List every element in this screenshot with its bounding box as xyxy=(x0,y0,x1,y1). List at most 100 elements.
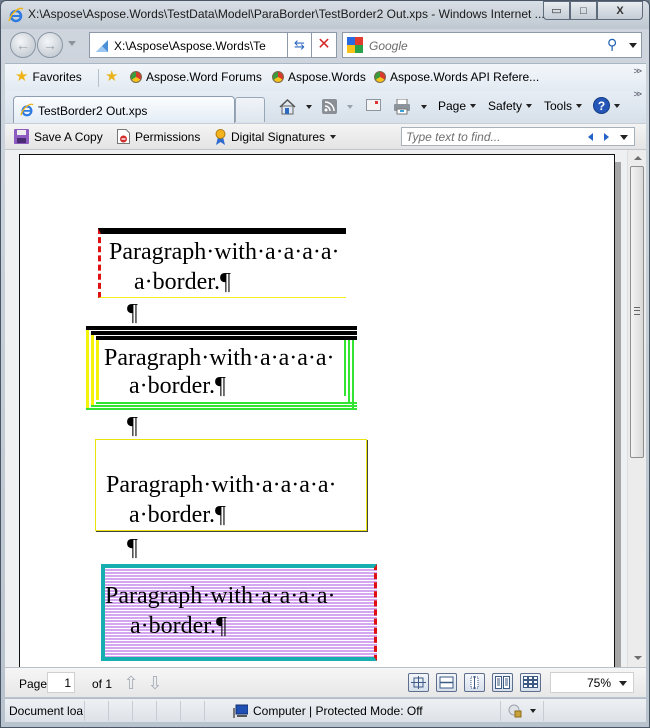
refresh-icon: ⇆ xyxy=(294,37,305,52)
search-options-dropdown[interactable] xyxy=(629,43,637,48)
arrow-up-icon: ⇧ xyxy=(123,673,139,693)
ie-logo-icon xyxy=(8,7,24,23)
ribbon-award-icon xyxy=(215,129,226,145)
divider xyxy=(108,701,109,721)
whole-page-button[interactable] xyxy=(464,673,485,692)
page-number-input[interactable]: 1 xyxy=(47,672,75,693)
document-viewer[interactable]: Paragraph·with·a·a·a·a· a·border.¶ ¶ Par xyxy=(5,149,646,667)
bordered-paragraph-1: Paragraph·with·a·a·a·a· a·border.¶ xyxy=(98,228,346,298)
two-pages-icon xyxy=(495,676,510,689)
find-input[interactable]: Type text to find... xyxy=(401,127,635,146)
chevron-more-icon[interactable]: >> xyxy=(633,89,641,99)
triple-green-bottom-border xyxy=(86,402,357,410)
two-pages-button[interactable] xyxy=(492,673,513,692)
permissions-label: Permissions xyxy=(135,129,201,144)
chevron-down-icon xyxy=(530,709,536,713)
print-button[interactable] xyxy=(393,99,427,115)
rss-feed-icon xyxy=(322,99,337,114)
help-menu[interactable]: ? xyxy=(593,97,620,114)
search-placeholder[interactable]: Google xyxy=(369,39,408,53)
digital-signatures-menu[interactable]: Digital Signatures xyxy=(215,129,337,145)
window-title: X:\Aspose\Aspose.Words\TestData\Model\Pa… xyxy=(28,7,545,21)
tab-testborder2[interactable]: TestBorder2 Out.xps xyxy=(13,96,235,123)
mail-icon xyxy=(366,99,381,111)
paragraph-line: Paragraph·with·a·a·a·a· xyxy=(106,472,337,498)
tools-menu[interactable]: Tools xyxy=(544,99,583,113)
feeds-button[interactable] xyxy=(322,99,353,114)
close-button[interactable]: X xyxy=(597,1,643,20)
address-text[interactable]: X:\Aspose\Aspose.Words\Te xyxy=(114,39,284,53)
floppy-disk-icon xyxy=(14,129,29,144)
actual-size-button[interactable] xyxy=(408,673,429,692)
home-button[interactable] xyxy=(279,99,312,115)
zoom-select[interactable]: 75% xyxy=(550,672,634,693)
new-tab-button[interactable] xyxy=(235,97,265,122)
chevron-down-icon xyxy=(619,681,627,686)
forward-button[interactable]: → xyxy=(37,32,63,58)
read-mail-button[interactable] xyxy=(366,99,381,111)
security-zone[interactable]: Computer | Protected Mode: Off xyxy=(233,704,423,718)
refresh-button[interactable]: ⇆ xyxy=(287,32,312,58)
divider xyxy=(180,701,181,721)
favorites-button[interactable]: ★ Favorites xyxy=(15,69,82,84)
home-dropdown-icon[interactable] xyxy=(306,105,312,109)
home-icon xyxy=(279,99,296,115)
find-next-icon[interactable] xyxy=(604,133,609,141)
document-page: Paragraph·with·a·a·a·a· a·border.¶ ¶ Par xyxy=(19,154,615,667)
find-placeholder[interactable]: Type text to find... xyxy=(406,130,501,144)
svg-text:?: ? xyxy=(598,99,605,113)
next-page-button[interactable]: ⇩ xyxy=(146,673,164,693)
feeds-dropdown-icon[interactable] xyxy=(347,104,353,109)
thumbnails-button[interactable] xyxy=(520,673,541,692)
divider xyxy=(84,701,85,721)
favorite-link-aspose-words[interactable]: Aspose.Words xyxy=(272,70,366,84)
xps-toolbar: Save A Copy Permissions Digital Signatur… xyxy=(5,123,646,149)
previous-page-button[interactable]: ⇧ xyxy=(122,673,140,693)
maximize-button[interactable]: □ xyxy=(570,1,597,20)
divider xyxy=(132,701,133,721)
print-dropdown-icon[interactable] xyxy=(421,105,427,109)
scroll-up-icon[interactable] xyxy=(634,156,642,160)
status-text: Document loa xyxy=(9,704,83,718)
empty-paragraph-mark: ¶ xyxy=(127,413,138,439)
scroll-down-icon[interactable] xyxy=(634,656,642,660)
paragraph-line: a·border.¶ xyxy=(129,373,226,399)
divider xyxy=(500,701,501,721)
triple-black-top-border xyxy=(86,326,357,340)
zoom-value: 75% xyxy=(586,676,611,690)
permissions-button[interactable]: Permissions xyxy=(117,129,200,144)
page-width-button[interactable] xyxy=(436,673,457,692)
safety-menu[interactable]: Safety xyxy=(488,99,533,113)
back-button[interactable]: ← xyxy=(10,32,36,58)
search-icon[interactable]: ⚲ xyxy=(607,36,617,53)
navigation-bar: ← → X:\Aspose\Aspose.Words\Te ⇆ ✕ Google… xyxy=(1,29,649,61)
vertical-scrollbar[interactable] xyxy=(627,150,646,667)
page-menu[interactable]: Page xyxy=(438,99,477,113)
favorite-link-forums[interactable]: Aspose.Word Forums xyxy=(130,70,262,84)
scrollbar-thumb[interactable] xyxy=(630,166,644,458)
recent-pages-dropdown[interactable] xyxy=(68,41,76,46)
favorite-link-label: Aspose.Words xyxy=(288,70,366,84)
favorite-link-api-reference[interactable]: Aspose.Words API Refere... xyxy=(374,70,539,84)
chevron-down-icon xyxy=(526,104,533,108)
tools-menu-label: Tools xyxy=(544,99,573,113)
protected-mode-button[interactable] xyxy=(508,704,536,718)
arrow-down-icon: ⇩ xyxy=(147,673,163,693)
paragraph-line: a·border.¶ xyxy=(129,502,226,528)
site-icon xyxy=(130,71,142,83)
find-previous-icon[interactable] xyxy=(588,133,593,141)
permissions-icon xyxy=(117,129,130,144)
find-options-dropdown[interactable] xyxy=(620,135,628,140)
paragraph-line: Paragraph·with·a·a·a·a· xyxy=(105,583,336,609)
save-a-copy-button[interactable]: Save A Copy xyxy=(14,129,103,144)
add-favorite-button[interactable]: ★ xyxy=(105,69,118,84)
digital-signatures-label: Digital Signatures xyxy=(231,130,326,144)
stop-button[interactable]: ✕ xyxy=(312,32,337,58)
bordered-paragraph-3: Paragraph·with·a·a·a·a· a·border.¶ xyxy=(95,439,367,531)
page-count-label: of 1 xyxy=(92,677,113,691)
chevron-more-icon[interactable]: >> xyxy=(633,66,641,76)
minimize-button[interactable]: ▭ xyxy=(543,1,570,20)
forward-arrow-icon: → xyxy=(43,37,57,53)
search-box[interactable]: Google ⚲ xyxy=(342,32,642,58)
favorites-bar: ★ Favorites ★ Aspose.Word Forums Aspose.… xyxy=(5,63,646,91)
